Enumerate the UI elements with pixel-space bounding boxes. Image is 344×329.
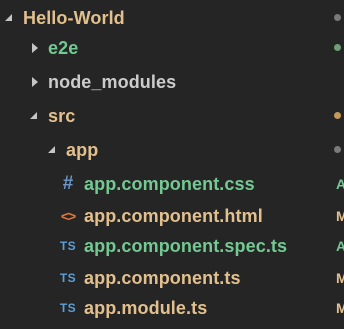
tree-folder-app[interactable]: app — [0, 134, 344, 166]
typescript-icon: TS — [59, 239, 77, 253]
chevron-down-icon[interactable] — [48, 145, 58, 155]
file-label: app.component.spec.ts — [84, 235, 288, 256]
folder-label: app — [66, 139, 99, 160]
file-label: app.component.css — [84, 173, 255, 194]
tree-file-app-module-ts[interactable]: TS app.module.ts M — [0, 292, 344, 324]
chevron-right-icon[interactable] — [30, 43, 40, 53]
css-hash-icon: # — [62, 173, 74, 194]
file-explorer-tree: Hello-World e2e node_modules src app # a… — [0, 0, 344, 329]
git-status-badge: M — [336, 300, 344, 316]
tree-folder-e2e[interactable]: e2e — [0, 32, 344, 64]
typescript-icon: TS — [59, 301, 77, 315]
file-label: app.component.ts — [84, 267, 241, 288]
git-status-badge: A — [336, 176, 344, 192]
html-angle-icon: <> — [60, 208, 76, 224]
chevron-right-icon[interactable] — [30, 77, 40, 87]
git-status-dot — [334, 14, 341, 21]
tree-file-app-component-css[interactable]: # app.component.css A — [0, 168, 344, 200]
folder-label: src — [48, 105, 76, 126]
git-status-dot — [334, 146, 341, 153]
tree-file-app-component-ts[interactable]: TS app.component.ts M — [0, 262, 344, 294]
folder-label: Hello-World — [23, 7, 125, 28]
tree-file-app-component-html[interactable]: <> app.component.html M — [0, 200, 344, 232]
tree-root-hello-world[interactable]: Hello-World — [0, 2, 344, 34]
git-status-dot — [334, 44, 341, 51]
tree-folder-src[interactable]: src — [0, 100, 344, 132]
typescript-icon: TS — [59, 271, 77, 285]
tree-file-app-component-spec-ts[interactable]: TS app.component.spec.ts A — [0, 230, 344, 262]
git-status-dot — [334, 112, 341, 119]
file-label: app.module.ts — [84, 297, 208, 318]
tree-folder-node-modules[interactable]: node_modules — [0, 66, 344, 98]
git-status-badge: M — [336, 270, 344, 286]
folder-label: node_modules — [48, 71, 177, 92]
file-label: app.component.html — [84, 205, 263, 226]
chevron-down-icon[interactable] — [30, 111, 40, 121]
git-status-badge: A — [336, 238, 344, 254]
chevron-down-icon[interactable] — [5, 13, 15, 23]
folder-label: e2e — [48, 37, 79, 58]
git-status-badge: M — [336, 208, 344, 224]
